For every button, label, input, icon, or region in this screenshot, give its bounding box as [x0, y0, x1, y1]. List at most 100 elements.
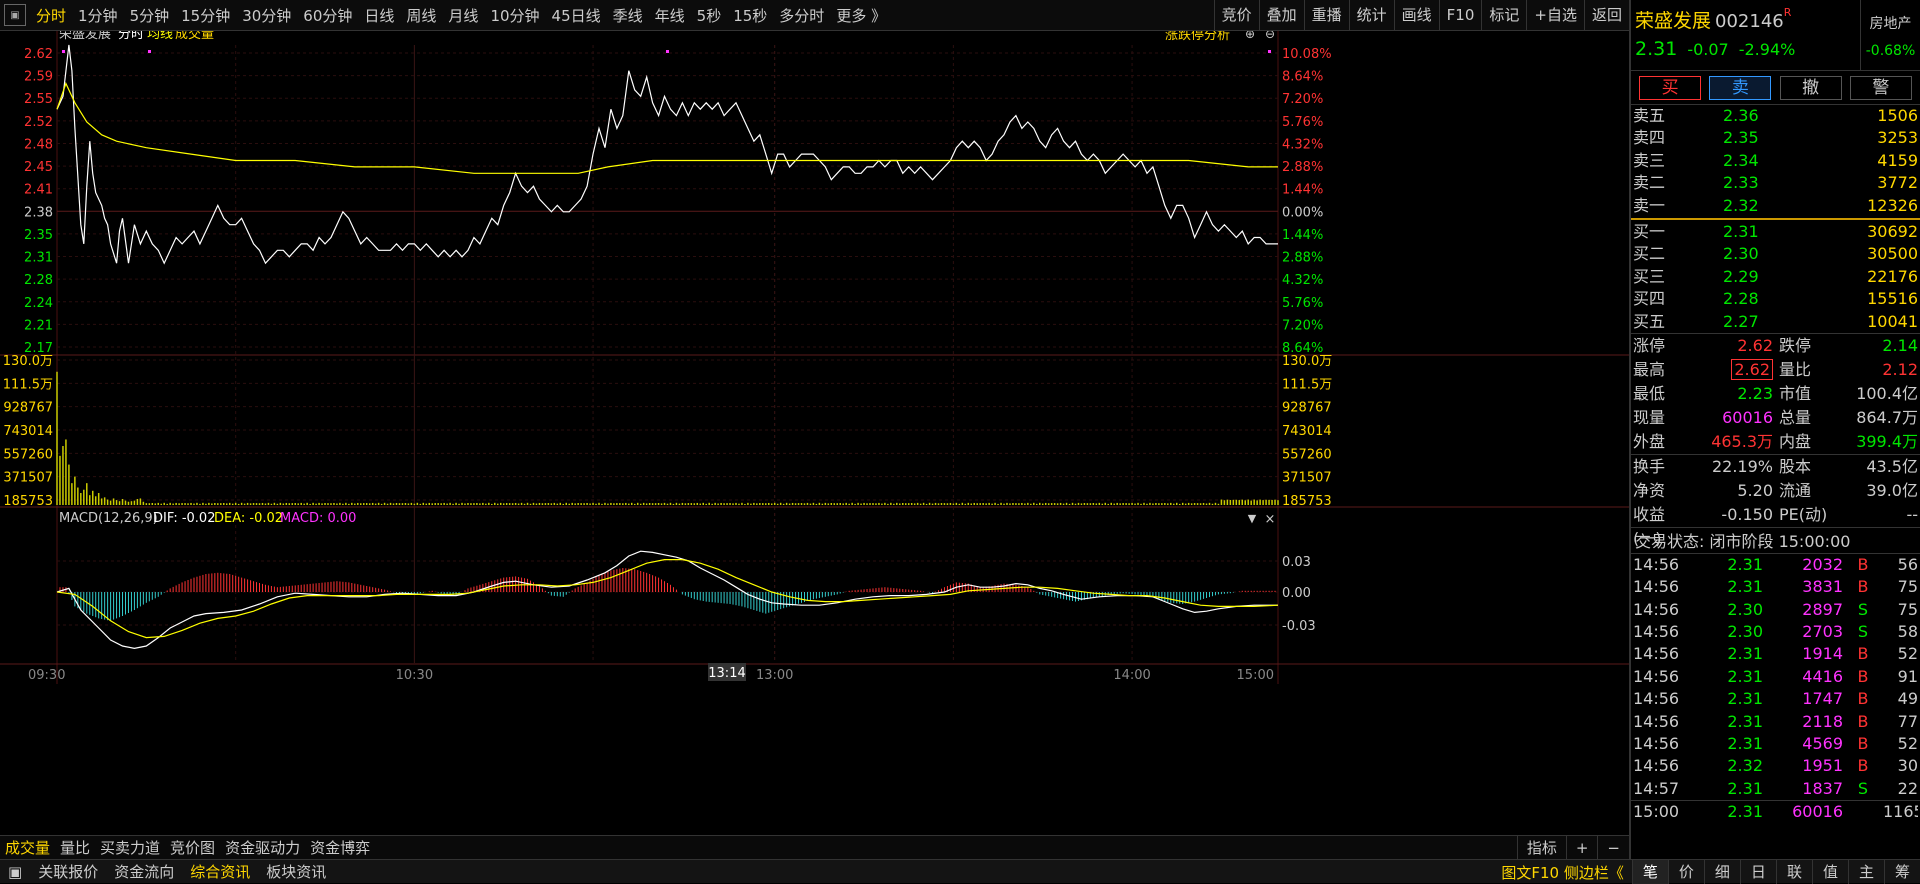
status-tab[interactable]: 关联报价 [30, 861, 106, 882]
timeframe-tab[interactable]: 5秒 [691, 5, 728, 26]
event-marker[interactable] [666, 50, 669, 53]
menu-icon[interactable]: ▣ [4, 4, 26, 26]
timeframe-tab[interactable]: 1分钟 [72, 5, 124, 26]
timeframe-tab[interactable]: 分时 [30, 5, 72, 26]
close-pane-icon[interactable]: ⊖ [1265, 31, 1275, 41]
pct-tick-label: 1.44% [1282, 183, 1323, 198]
event-marker[interactable] [1268, 50, 1271, 53]
status-menu-icon[interactable]: ▣ [0, 863, 30, 881]
tick-price: 2.31 [1727, 711, 1763, 731]
order-book-row[interactable]: 买四 2.28 15516 [1631, 288, 1920, 310]
macd-label: MACD(12,26,9) [59, 511, 158, 526]
timeframe-tab[interactable]: 30分钟 [236, 5, 297, 26]
tick-list[interactable]: 14:56 2.31 2032 B 56 14:56 2.31 3831 B 75 14:56 2.3… [1631, 554, 1920, 823]
timeframe-tab[interactable]: 10分钟 [484, 5, 545, 26]
macd-dropdown-icon[interactable]: ▼ [1248, 512, 1257, 525]
stat-value-text: 22.19% [1711, 456, 1773, 476]
volume-tick-label: 111.5万 [1282, 377, 1332, 392]
timeframe-tab[interactable]: 周线 [400, 5, 442, 26]
indicator-tab[interactable]: 竞价图 [165, 837, 220, 858]
panel-nav-tab[interactable]: 筹 [1883, 860, 1920, 884]
tool-button[interactable]: 返回 [1583, 0, 1629, 31]
order-book-row[interactable]: 买五 2.27 10041 [1631, 311, 1920, 333]
tool-button[interactable]: 重播 [1303, 0, 1349, 31]
tool-button[interactable]: 标记 [1481, 0, 1526, 31]
order-book-row[interactable]: 买三 2.29 22176 [1631, 266, 1920, 288]
timeframe-tab[interactable]: 15秒 [727, 5, 773, 26]
stat-key: 市值 [1779, 383, 1812, 403]
tool-button[interactable]: 竞价 [1213, 0, 1259, 31]
timeframe-tab[interactable]: 多分时 [773, 5, 830, 26]
tick-volume: 3831 [1802, 577, 1843, 597]
panel-nav-tab[interactable]: 细 [1703, 860, 1740, 884]
indicator-control[interactable]: + [1565, 836, 1598, 860]
timeframe-tab[interactable]: 月线 [442, 5, 484, 26]
sell-button[interactable]: 卖 [1709, 75, 1772, 100]
order-book-row[interactable]: 买二 2.30 30500 [1631, 243, 1920, 265]
order-book-row[interactable]: 卖五 2.36 1506 [1631, 105, 1920, 127]
indicator-tab[interactable]: 量比 [55, 837, 95, 858]
order-book-row[interactable]: 买一 2.31 30692 [1631, 221, 1920, 243]
timeframe-tab[interactable]: 60分钟 [297, 5, 358, 26]
indicator-tab[interactable]: 资金博弈 [305, 837, 375, 858]
buy-button[interactable]: 买 [1639, 75, 1702, 100]
stat-value-text: 2.62 [1731, 358, 1773, 380]
status-tab[interactable]: 综合资讯 [182, 861, 258, 882]
macd-close-icon[interactable]: × [1265, 512, 1276, 527]
indicator-tab[interactable]: 资金驱动力 [220, 837, 305, 858]
timeframe-tab[interactable]: 15分钟 [175, 5, 236, 26]
tool-button[interactable]: 统计 [1348, 0, 1394, 31]
tick-time: 15:00 [1633, 802, 1680, 822]
panel-nav-tab[interactable]: 笔 [1631, 860, 1668, 884]
dea-line [56, 558, 1279, 639]
indicator-control[interactable]: − [1597, 836, 1629, 860]
status-tab[interactable]: 资金流向 [106, 861, 182, 882]
panel-nav-tab[interactable]: 主 [1847, 860, 1884, 884]
panel-nav-tab[interactable]: 日 [1739, 860, 1776, 884]
timeframe-tab[interactable]: 45日线 [546, 5, 607, 26]
tick-time: 14:56 [1633, 554, 1680, 574]
timeframe-tab[interactable]: 5分钟 [124, 5, 176, 26]
event-marker[interactable] [148, 50, 151, 53]
stock-code: 002146 [1715, 11, 1784, 32]
indicator-tab[interactable]: 买卖力道 [95, 837, 165, 858]
tick-time: 14:56 [1633, 577, 1680, 597]
industry-box[interactable]: 房地产 -0.68% [1860, 0, 1920, 71]
indicator-control[interactable]: 指标 [1516, 836, 1566, 860]
timeframe-tab[interactable]: 更多 》 [830, 5, 892, 26]
panel-nav-tab[interactable]: 值 [1811, 860, 1848, 884]
stat-key: 量比 [1779, 359, 1812, 379]
timeframe-tab[interactable]: 季线 [607, 5, 649, 26]
price-tick-label: 2.62 [24, 47, 53, 62]
order-book-row[interactable]: 卖三 2.34 4159 [1631, 150, 1920, 172]
order-book-row[interactable]: 卖一 2.32 12326 [1631, 195, 1920, 217]
timeframe-tab[interactable]: 日线 [358, 5, 400, 26]
avg-line-label[interactable]: 均线 [147, 31, 173, 42]
price-tick-label: 2.31 [24, 251, 53, 266]
volume-tick-label: 185753 [1282, 494, 1332, 509]
panel-nav-tab[interactable]: 价 [1667, 860, 1704, 884]
book-level-qty: 22176 [1867, 266, 1918, 286]
event-marker[interactable] [62, 50, 65, 53]
panel-nav-tab[interactable]: 联 [1775, 860, 1812, 884]
limit-analysis-link[interactable]: 涨跌停分析 [1165, 31, 1230, 43]
book-level-label: 买一 [1633, 221, 1666, 241]
status-tab[interactable]: 板块资讯 [258, 861, 334, 882]
r-mark: R [1783, 6, 1792, 19]
f10-sidebar-toggle[interactable]: 图文F10 侧边栏《 [1493, 862, 1631, 883]
tick-row: 14:56 2.31 4416 B 91 [1631, 666, 1920, 688]
tool-button[interactable]: +自选 [1526, 0, 1584, 31]
tick-direction: S [1857, 599, 1869, 619]
order-book-row[interactable]: 卖四 2.35 3253 [1631, 127, 1920, 149]
cancel-order-button[interactable]: 撤 [1779, 75, 1842, 100]
indicator-tab[interactable]: 成交量 [0, 837, 55, 858]
timeframe-tab[interactable]: 年线 [649, 5, 691, 26]
intraday-chart[interactable]: 2.62 10.08% 2.59 8.64% 2.55 7.20% 2.52 5.76% 2.4… [0, 31, 1629, 835]
tool-button[interactable]: 叠加 [1258, 0, 1304, 31]
alert-button[interactable]: 警 [1849, 75, 1912, 100]
tool-button[interactable]: F10 [1438, 0, 1482, 31]
tool-button[interactable]: 画线 [1393, 0, 1439, 31]
stat-row: 涨停 2.62 跌停 2.14 [1631, 334, 1920, 358]
settings-icon[interactable]: ⊕ [1245, 31, 1255, 41]
order-book-row[interactable]: 卖二 2.33 3772 [1631, 172, 1920, 194]
